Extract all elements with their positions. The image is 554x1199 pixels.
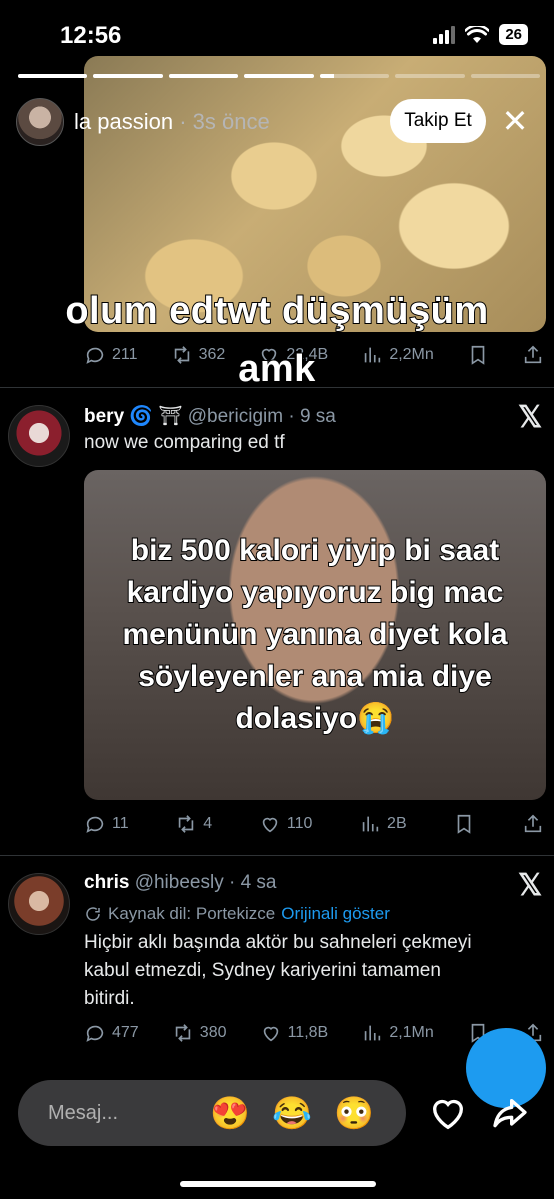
- tweet-text: now we comparing ed tf: [84, 432, 285, 453]
- close-icon[interactable]: ✕: [498, 104, 532, 138]
- progress-segment: [93, 74, 163, 78]
- tweet-metrics: 11 4 110 2B: [84, 813, 544, 835]
- battery-icon: 26: [499, 24, 528, 45]
- progress-segment: [319, 74, 390, 78]
- tweet-time: · 9 sa: [283, 406, 336, 427]
- story-avatar[interactable]: [16, 98, 64, 146]
- tweet-time: · 4 sa: [223, 872, 277, 893]
- divider: [0, 387, 554, 388]
- like-button[interactable]: 110: [259, 813, 313, 835]
- reply-icon: [86, 816, 104, 833]
- views-count: 2B: [387, 815, 407, 832]
- retweet-icon: [179, 815, 194, 833]
- views-button[interactable]: 2B: [359, 813, 407, 835]
- x-logo-icon: 𝕏: [518, 401, 543, 434]
- retweet-button[interactable]: 4: [175, 813, 212, 835]
- tweet-author-name[interactable]: chris: [84, 872, 129, 893]
- share-icon: [524, 814, 542, 833]
- author-symbols: 🌀 ⛩: [129, 406, 183, 427]
- x-logo-icon: 𝕏: [518, 869, 543, 902]
- reply-button[interactable]: 477: [84, 1022, 139, 1044]
- tweet-header: chris @hibeesly · 4 sa: [84, 872, 277, 894]
- tweet-author-name[interactable]: bery: [84, 406, 124, 427]
- views-button[interactable]: 2,1Mn: [361, 1022, 434, 1044]
- heart-icon[interactable]: [428, 1094, 468, 1134]
- views-icon: [365, 1025, 381, 1041]
- bookmark-icon: [457, 814, 471, 834]
- media-caption-line: kardiyo yapıyoruz big mac: [126, 575, 505, 610]
- divider: [0, 855, 554, 856]
- retweet-button[interactable]: 380: [172, 1022, 227, 1044]
- emoji-heart-eyes[interactable]: 😍: [210, 1094, 250, 1132]
- tweet-avatar[interactable]: [8, 405, 70, 467]
- tweet-text-line: kabul etmezdi, Sydney kariyerini tamamen: [84, 960, 441, 981]
- tweet-handle[interactable]: @bericigim: [188, 406, 283, 427]
- status-icons: 26: [433, 24, 528, 45]
- progress-segment: [168, 74, 239, 78]
- show-original-link[interactable]: Orijinali göster: [281, 904, 390, 924]
- retweet-icon: [175, 1024, 191, 1042]
- like-count: 110: [286, 815, 313, 832]
- source-language: Kaynak dil: Portekizce: [108, 904, 276, 923]
- bookmark-button[interactable]: [453, 813, 475, 835]
- reply-icon: [86, 1025, 104, 1042]
- media-caption-line: menünün yanına diyet kola: [121, 617, 508, 652]
- tweet-avatar[interactable]: [8, 873, 70, 935]
- status-time: 12:56: [60, 22, 122, 49]
- retweet-count: 4: [203, 815, 213, 832]
- media-caption-line: biz 500 kalori yiyip bi saat: [130, 533, 501, 568]
- media-caption-line: söyleyenler ana mia diye: [137, 659, 493, 694]
- heart-icon: [262, 817, 278, 833]
- tweet-header: bery 🌀 ⛩ @bericigim · 9 sa: [84, 404, 336, 428]
- tweet-text-line: Hiçbir aklı başında aktör bu sahneleri ç…: [84, 932, 472, 953]
- send-icon[interactable]: [490, 1094, 530, 1134]
- follow-button[interactable]: Takip Et: [390, 99, 486, 143]
- views-count: 2,1Mn: [389, 1024, 434, 1041]
- progress-segment: [244, 74, 314, 78]
- like-button[interactable]: 11,8B: [260, 1022, 329, 1044]
- tweet-handle[interactable]: @hibeesly: [135, 872, 224, 893]
- reply-count: 11: [112, 815, 129, 832]
- reply-button[interactable]: 11: [84, 813, 129, 835]
- translate-icon: [86, 907, 100, 921]
- media-caption-line: dolasiyo😭: [234, 701, 395, 736]
- story-caption-line2: amk: [237, 347, 316, 391]
- translation-line: Kaynak dil: Portekizce Orijinali göster: [84, 904, 390, 924]
- message-placeholder: Mesaj...: [48, 1102, 119, 1124]
- views-icon: [362, 816, 379, 832]
- signal-icon: [433, 25, 456, 44]
- like-count: 11,8B: [287, 1024, 329, 1041]
- progress-segment: [18, 74, 88, 78]
- tweet-text-line: bitirdi.: [84, 988, 135, 1009]
- story-time: · 3s önce: [173, 109, 270, 134]
- emoji-tears-of-joy[interactable]: 😂: [272, 1094, 312, 1132]
- story-user-line[interactable]: la passion · 3s önce: [74, 109, 270, 135]
- story-caption-line1: olum edtwt düşmüşüm: [64, 289, 489, 333]
- emoji-flushed[interactable]: 😳: [334, 1094, 374, 1132]
- wifi-icon: [465, 25, 490, 43]
- story-progress: [18, 74, 540, 78]
- story-username[interactable]: la passion: [74, 109, 173, 134]
- home-indicator: [180, 1181, 376, 1187]
- heart-icon: [263, 1026, 278, 1042]
- reply-count: 477: [112, 1024, 139, 1041]
- retweet-count: 380: [199, 1024, 227, 1041]
- progress-segment: [395, 74, 465, 78]
- share-button[interactable]: [522, 813, 544, 835]
- progress-segment: [470, 74, 540, 78]
